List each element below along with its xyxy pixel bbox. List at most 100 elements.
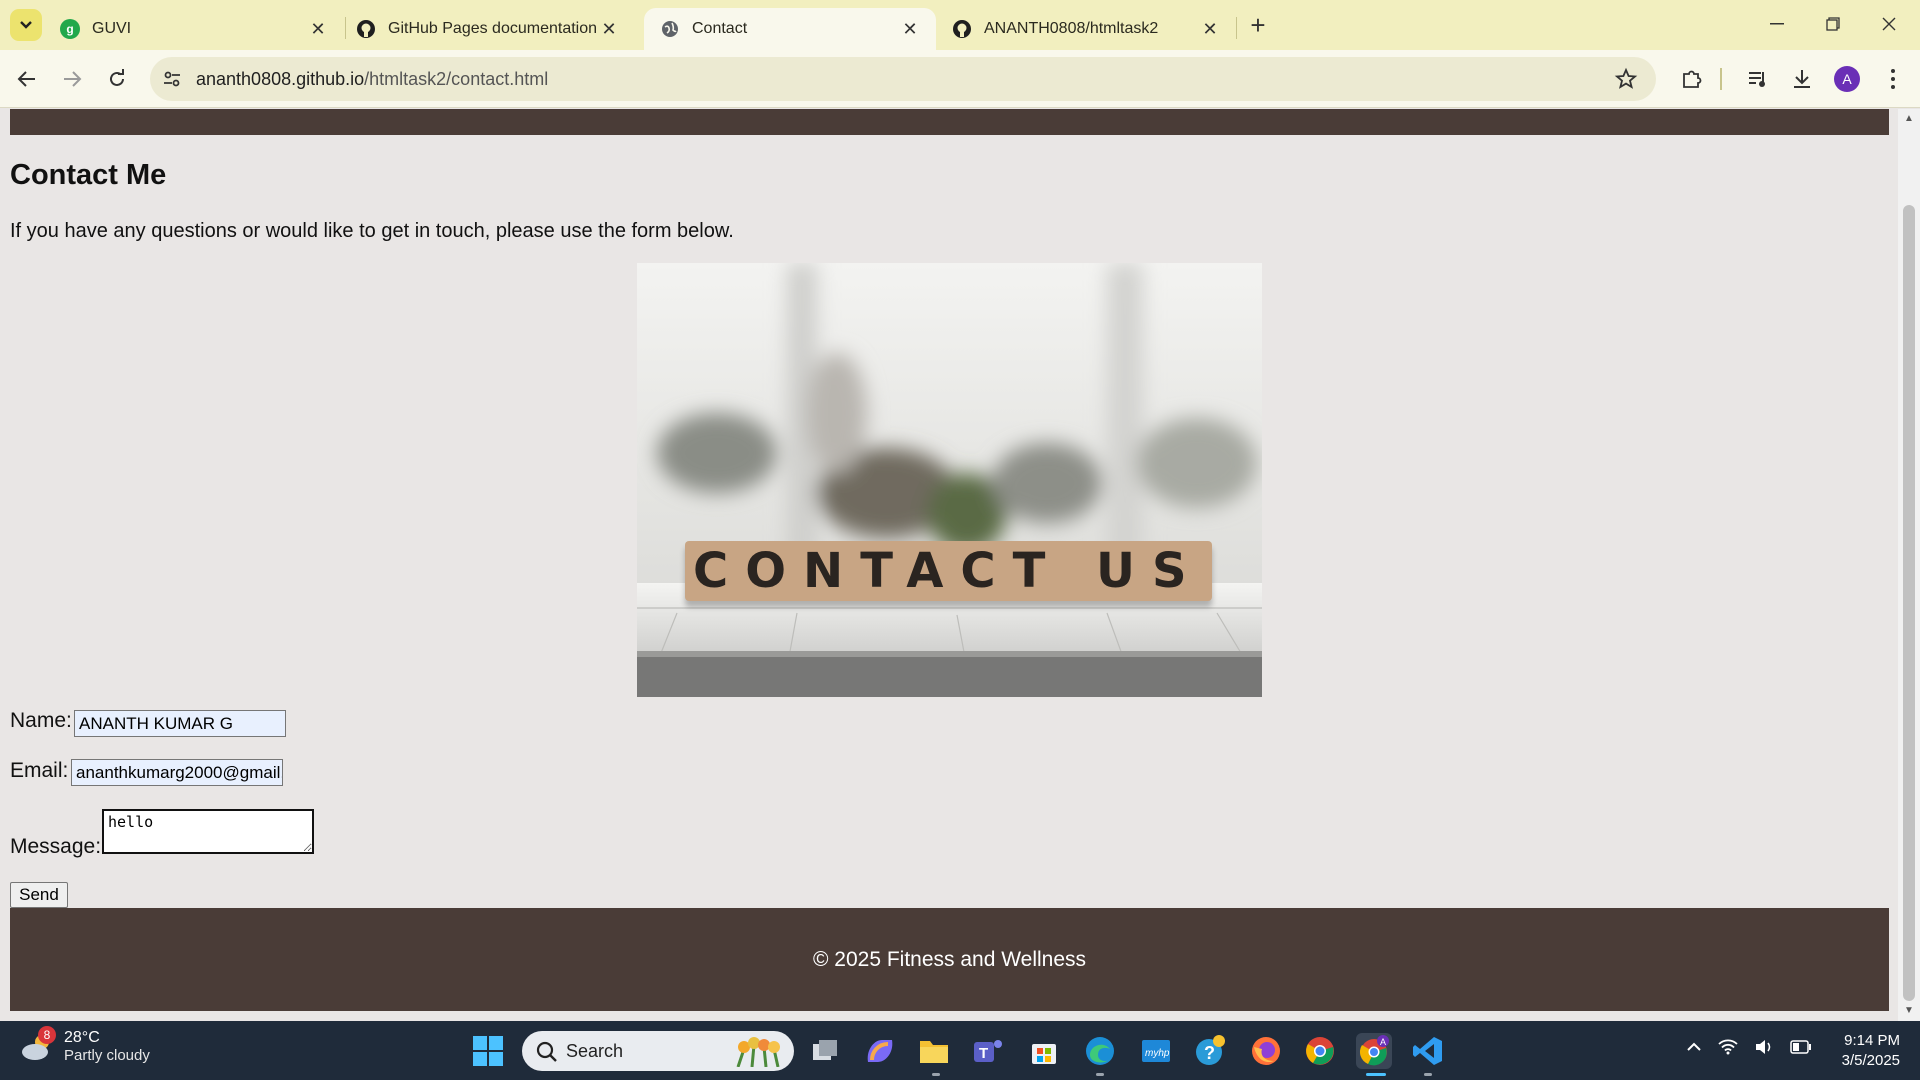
tab-repo[interactable]: ANANTH0808/htmltask2 ✕ (936, 8, 1236, 50)
arrow-left-icon (17, 71, 35, 87)
chevron-up-icon[interactable] (1686, 1042, 1702, 1052)
contact-us-image: CONTACT US (637, 263, 1262, 697)
svg-text:?: ? (1204, 1043, 1215, 1063)
minimize-button[interactable] (1754, 8, 1800, 40)
profile-avatar[interactable]: A (1834, 66, 1860, 92)
tab-search-button[interactable] (10, 9, 42, 41)
tulips-icon (736, 1037, 780, 1067)
page-title: Contact Me (10, 159, 167, 191)
message-label: Message: (10, 835, 102, 858)
globe-icon (660, 19, 680, 39)
address-bar[interactable]: ananth0808.github.io/htmltask2/contact.h… (150, 57, 1656, 101)
page-viewport: Contact Me If you have any questions or … (0, 109, 1898, 1021)
tab-guvi[interactable]: g GUVI ✕ (44, 8, 344, 50)
firefox-icon[interactable] (1248, 1033, 1284, 1069)
send-button[interactable]: Send (10, 882, 68, 908)
vertical-scrollbar[interactable]: ▲ ▼ (1898, 109, 1920, 1021)
message-field[interactable]: hello (102, 809, 314, 854)
scroll-up-icon[interactable]: ▲ (1903, 113, 1915, 125)
intro-text: If you have any questions or would like … (10, 220, 734, 242)
tab-strip: g GUVI ✕ GitHub Pages documentation - ✕ … (0, 0, 1920, 50)
footer-text: © 2025 Fitness and Wellness (812, 947, 1087, 971)
close-window-button[interactable] (1866, 8, 1912, 40)
site-info-icon[interactable] (160, 67, 184, 91)
weather-widget[interactable]: 8 28°C Partly cloudy (20, 1025, 150, 1064)
wifi-icon[interactable] (1718, 1039, 1738, 1055)
active-indicator (1366, 1073, 1386, 1076)
scroll-thumb[interactable] (1903, 205, 1915, 1001)
help-icon[interactable]: ? (1192, 1033, 1228, 1069)
url-text: ananth0808.github.io/htmltask2/contact.h… (196, 69, 548, 90)
forward-button[interactable] (55, 62, 89, 96)
close-icon[interactable]: ✕ (1200, 19, 1220, 39)
url-host: ananth0808.github.io (196, 69, 365, 89)
close-icon[interactable]: ✕ (900, 19, 920, 39)
system-tray (1686, 1039, 1812, 1055)
battery-icon[interactable] (1790, 1040, 1812, 1054)
microsoft-store-icon[interactable] (1026, 1033, 1062, 1069)
task-view-icon[interactable] (808, 1033, 844, 1069)
bookmark-star-icon[interactable] (1614, 67, 1638, 91)
chevron-down-icon (20, 21, 32, 29)
running-indicator (1096, 1073, 1104, 1076)
close-icon[interactable]: ✕ (599, 19, 619, 39)
close-icon (1882, 17, 1896, 31)
taskbar-search[interactable]: Search (522, 1031, 794, 1071)
svg-text:myhp: myhp (1145, 1048, 1170, 1059)
start-button[interactable] (472, 1035, 504, 1067)
scroll-down-icon[interactable]: ▼ (1903, 1005, 1915, 1017)
vscode-icon[interactable] (1410, 1033, 1446, 1069)
copilot-icon[interactable] (862, 1033, 898, 1069)
tab-title: GitHub Pages documentation - (388, 20, 599, 37)
media-controls-button[interactable] (1742, 63, 1774, 95)
browser-menu-button[interactable] (1877, 63, 1909, 95)
extensions-button[interactable] (1676, 63, 1708, 95)
weather-temperature: 28°C (64, 1029, 100, 1046)
tab-title: ANANTH0808/htmltask2 (984, 20, 1159, 37)
search-icon (536, 1041, 557, 1062)
tab-github-pages[interactable]: GitHub Pages documentation - ✕ (340, 8, 635, 50)
new-tab-button[interactable]: + (1244, 12, 1272, 40)
teams-icon[interactable]: T (970, 1033, 1006, 1069)
puzzle-icon (1683, 70, 1702, 88)
name-label: Name: (10, 709, 72, 732)
weather-badge: 8 (38, 1025, 56, 1044)
tab-title: Contact (692, 20, 748, 37)
reload-icon (110, 69, 124, 86)
chrome-profile-icon[interactable]: A (1356, 1033, 1392, 1069)
name-field[interactable]: ANANTH KUMAR G (74, 710, 286, 737)
taskbar-clock[interactable]: 9:14 PM 3/5/2025 (1836, 1031, 1900, 1071)
tab-separator (1236, 17, 1237, 39)
file-explorer-icon[interactable] (916, 1033, 952, 1069)
windows-logo-icon (473, 1036, 503, 1066)
volume-icon[interactable] (1754, 1039, 1774, 1055)
restore-icon (1826, 17, 1840, 31)
letter-blocks: CONTACT US (685, 541, 1212, 601)
tab-title: GUVI (92, 20, 132, 37)
site-nav-bar (10, 109, 1889, 135)
chrome-icon[interactable] (1302, 1033, 1338, 1069)
running-indicator (932, 1073, 940, 1076)
restore-button[interactable] (1810, 8, 1856, 40)
email-field[interactable]: ananthkumarg2000@gmail. (71, 759, 283, 786)
svg-text:A: A (1380, 1037, 1386, 1047)
weather-icon: 8 (20, 1025, 56, 1062)
windows-taskbar: 8 28°C Partly cloudy Search T myhp ? A 9… (0, 1021, 1920, 1080)
toolbar-separator (1720, 68, 1722, 90)
browser-toolbar: ananth0808.github.io/htmltask2/contact.h… (0, 50, 1920, 108)
github-icon (356, 19, 376, 39)
svg-text:T: T (979, 1045, 988, 1062)
downloads-button[interactable] (1786, 63, 1818, 95)
github-icon (952, 19, 972, 39)
site-footer: © 2025 Fitness and Wellness (10, 908, 1889, 1011)
tab-contact[interactable]: Contact ✕ (644, 8, 936, 50)
mylio-app-icon[interactable]: myhp (1138, 1033, 1174, 1069)
reload-button[interactable] (100, 62, 134, 96)
edge-icon[interactable] (1082, 1033, 1118, 1069)
running-indicator (1424, 1073, 1432, 1076)
email-label: Email: (10, 759, 69, 782)
close-icon[interactable]: ✕ (308, 19, 328, 39)
weather-condition: Partly cloudy (64, 1047, 150, 1064)
back-button[interactable] (10, 62, 44, 96)
search-label: Search (566, 1041, 624, 1061)
